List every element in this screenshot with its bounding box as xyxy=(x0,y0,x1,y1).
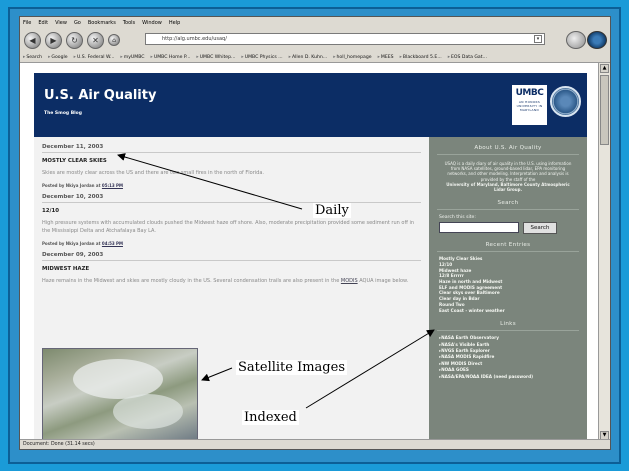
menu-file[interactable]: File xyxy=(23,20,31,26)
satellite-image[interactable] xyxy=(42,348,198,441)
university-seal-icon xyxy=(550,86,581,117)
vertical-scrollbar[interactable]: ▲ ▼ xyxy=(598,63,610,441)
throbber-icon xyxy=(587,31,607,49)
post-title: MIDWEST HAZE xyxy=(42,266,90,272)
menu-bar: File Edit View Go Bookmarks Tools Window… xyxy=(20,17,610,28)
bookmark-google[interactable]: Google xyxy=(48,55,67,60)
post-permalink[interactable]: 05:13 PM xyxy=(102,183,123,188)
browser-window: File Edit View Go Bookmarks Tools Window… xyxy=(19,16,611,450)
annotation-indexed: Indexed xyxy=(242,410,299,425)
menu-tools[interactable]: Tools xyxy=(123,20,135,26)
bookmark-allen-kuhn[interactable]: Allen D. Kuhn... xyxy=(289,55,327,60)
post-author: Posted by Nkiya Jordan at xyxy=(42,241,101,246)
search-heading: Search xyxy=(497,200,519,207)
go-icon[interactable]: ▾ xyxy=(534,35,542,43)
post-body: Haze remains in the Midwest and skies ar… xyxy=(42,277,421,285)
search-label: Search this site: xyxy=(439,215,476,221)
post-permalink[interactable]: 04:53 PM xyxy=(102,241,123,246)
search-input[interactable] xyxy=(439,222,519,234)
reload-icon[interactable]: ↻ xyxy=(66,31,83,49)
search-row: Search xyxy=(439,222,587,235)
scroll-up-icon[interactable]: ▲ xyxy=(600,64,609,73)
external-link[interactable]: NASA/EPA/NOAA IDEA (need password) xyxy=(439,374,587,380)
recent-entries-heading: Recent Entries xyxy=(485,242,531,249)
posts-column: December 11, 2003 MOSTLY CLEAR SKIES Ski… xyxy=(34,137,429,441)
post-date: December 11, 2003 xyxy=(42,144,421,153)
post-body-end: AQUA image below. xyxy=(359,278,409,284)
annotation-daily: Daily xyxy=(313,203,351,218)
about-organization: University of Maryland, Baltimore County… xyxy=(446,181,570,193)
bookmark-umbc-whitepages[interactable]: UMBC Whitep... xyxy=(196,55,236,60)
search-icon[interactable] xyxy=(566,31,586,49)
divider xyxy=(437,330,579,332)
blog-header: U.S. Air Quality The Smog Blog UMBC AN H… xyxy=(34,73,587,137)
about-heading: About U.S. Air Quality xyxy=(474,145,542,151)
search-button[interactable]: Search xyxy=(523,222,557,235)
post-author: Posted by Nkiya Jordan at xyxy=(42,183,101,188)
about-text: USAQ is a daily diary of air quality in … xyxy=(429,155,587,192)
umbc-logo-sub: AN HONORS UNIVERSITY IN MARYLAND xyxy=(516,100,543,112)
bookmark-myumbc[interactable]: myUMBC xyxy=(120,55,145,60)
menu-bookmarks[interactable]: Bookmarks xyxy=(88,20,116,26)
back-icon[interactable]: ◀ xyxy=(24,31,41,49)
url-text: http://alg.umbc.edu/usaq/ xyxy=(162,36,227,42)
links-list: NASA Earth Observatory NASA's Visible Ea… xyxy=(429,335,587,380)
annotation-satellite-images: Satellite Images xyxy=(236,360,347,375)
menu-view[interactable]: View xyxy=(55,20,67,26)
umbc-logo[interactable]: UMBC AN HONORS UNIVERSITY IN MARYLAND xyxy=(512,85,547,125)
navigation-toolbar: ◀ ▶ ↻ ✕ ⌂ http://alg.umbc.edu/usaq/ ▾ xyxy=(20,28,610,52)
url-input[interactable]: http://alg.umbc.edu/usaq/ ▾ xyxy=(145,33,545,45)
menu-window[interactable]: Window xyxy=(142,20,162,26)
post-body: High pressure systems with accumulated c… xyxy=(42,220,415,234)
post-title: 12/10 xyxy=(42,208,59,214)
bookmark-us-federal[interactable]: U.S. Federal W... xyxy=(74,55,114,60)
bookmark-umbc-home[interactable]: UMBC Home P... xyxy=(151,55,191,60)
cloud-shape xyxy=(73,359,163,399)
blog-subtitle: The Smog Blog xyxy=(44,111,82,116)
bookmark-mees[interactable]: MEES xyxy=(378,55,394,60)
bookmark-umbc-physics[interactable]: UMBC Physics ... xyxy=(241,55,283,60)
post-meta: Posted by Nkiya Jordan at 04:53 PM xyxy=(42,241,421,246)
post-body: Skies are mostly clear across the US and… xyxy=(42,170,265,176)
blog-title[interactable]: U.S. Air Quality xyxy=(44,88,156,103)
menu-edit[interactable]: Edit xyxy=(38,20,48,26)
modis-link[interactable]: MODIS xyxy=(341,278,358,284)
bookmark-search[interactable]: Search xyxy=(23,55,42,60)
scroll-thumb[interactable] xyxy=(600,75,609,145)
menu-help[interactable]: Help xyxy=(169,20,180,26)
page-content: U.S. Air Quality The Smog Blog UMBC AN H… xyxy=(20,63,600,441)
post-body-start: Haze remains in the Midwest and skies ar… xyxy=(42,278,340,284)
cloud-shape xyxy=(113,394,183,429)
recent-entries-list: Mostly Clear Skies 12/10 Midwest haze 12… xyxy=(429,256,587,313)
about-description: USAQ is a daily diary of air quality in … xyxy=(444,161,572,182)
bookmark-eos-data[interactable]: EOS Data Gat... xyxy=(448,55,487,60)
post-date: December 09, 2003 xyxy=(42,252,421,261)
umbc-logo-main: UMBC xyxy=(515,88,544,98)
forward-icon[interactable]: ▶ xyxy=(45,31,62,49)
bookmarks-toolbar: Search Google U.S. Federal W... myUMBC U… xyxy=(20,52,610,63)
post-meta: Posted by Nkiya Jordan at 05:13 PM xyxy=(42,183,421,188)
post-title: MOSTLY CLEAR SKIES xyxy=(42,158,107,164)
status-text: Document: Done (31.14 secs) xyxy=(23,442,95,447)
bookmark-blackboard[interactable]: Blackboard 5.E... xyxy=(400,55,442,60)
sidebar: About U.S. Air Quality USAQ is a daily d… xyxy=(429,137,587,441)
menu-go[interactable]: Go xyxy=(74,20,81,26)
recent-entry[interactable]: East Coast - winter weather xyxy=(439,308,587,314)
home-icon[interactable]: ⌂ xyxy=(108,34,120,46)
links-heading: Links xyxy=(500,321,516,328)
bookmark-holl-homepage[interactable]: holl_homepage xyxy=(333,55,372,60)
post-date: December 10, 2003 xyxy=(42,194,421,203)
status-bar: Document: Done (31.14 secs) xyxy=(20,439,610,449)
stop-icon[interactable]: ✕ xyxy=(87,31,104,49)
divider xyxy=(437,209,579,211)
divider xyxy=(437,251,579,253)
